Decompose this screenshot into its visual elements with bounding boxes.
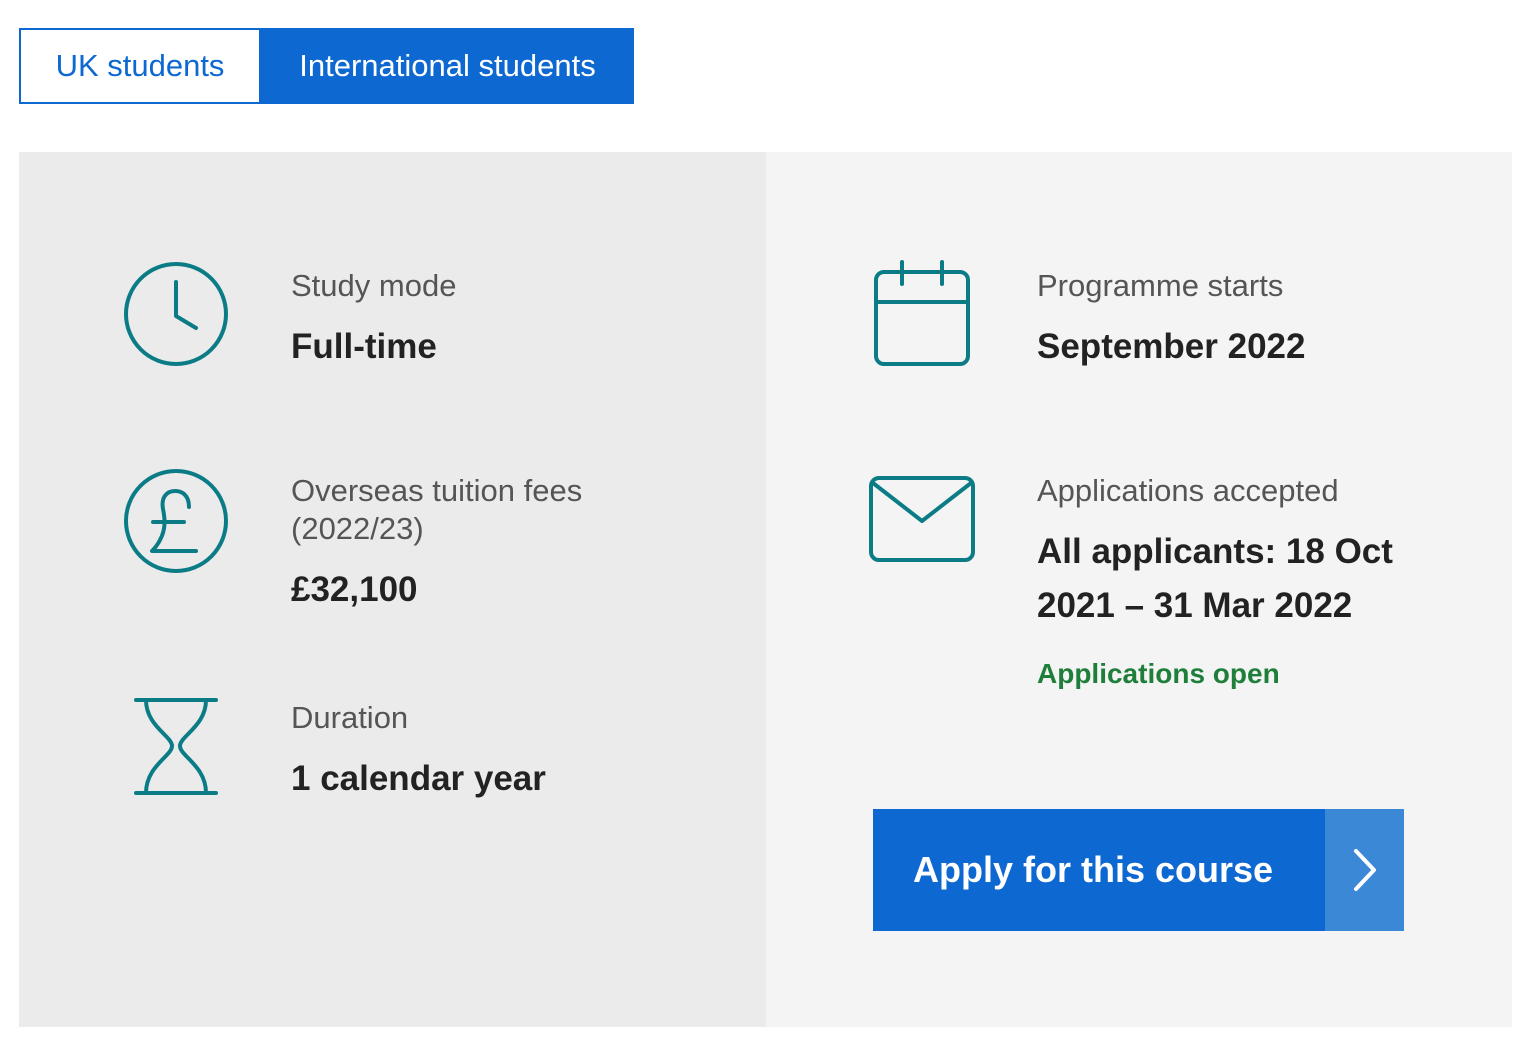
- pound-icon: [124, 469, 228, 573]
- fees-label-year: (2022/23): [291, 511, 424, 546]
- student-type-tabs: UK students International students: [19, 28, 634, 104]
- apply-arrow-box: [1325, 809, 1404, 931]
- applications-status: Applications open: [1037, 658, 1280, 689]
- clock-icon: [124, 262, 228, 366]
- tab-uk-students[interactable]: UK students: [19, 28, 261, 104]
- tab-international-students[interactable]: International students: [261, 28, 634, 104]
- chevron-right-icon: [1353, 849, 1376, 891]
- applications-dates-line2: 2021 – 31 Mar 2022: [1037, 586, 1353, 625]
- duration-value: 1 calendar year: [291, 759, 546, 798]
- hourglass-icon: [134, 698, 218, 795]
- programme-starts-label: Programme starts: [1037, 268, 1284, 303]
- apply-button-label: Apply for this course: [873, 809, 1325, 931]
- programme-starts-value: September 2022: [1037, 327, 1306, 366]
- study-mode-label: Study mode: [291, 268, 457, 303]
- calendar-icon: [874, 260, 970, 366]
- study-mode-value: Full-time: [291, 327, 437, 366]
- fees-label: Overseas tuition fees: [291, 473, 583, 508]
- fees-value: £32,100: [291, 570, 418, 609]
- duration-label: Duration: [291, 700, 409, 735]
- applications-dates-line1: All applicants: 18 Oct: [1037, 532, 1393, 571]
- envelope-icon: [869, 476, 975, 562]
- apply-button[interactable]: Apply for this course: [873, 809, 1404, 931]
- applications-label: Applications accepted: [1037, 473, 1339, 508]
